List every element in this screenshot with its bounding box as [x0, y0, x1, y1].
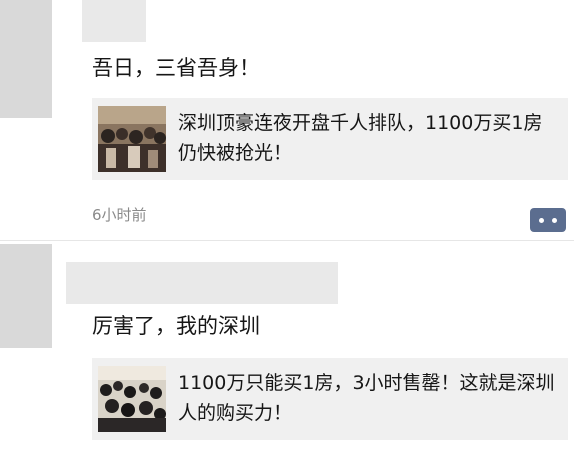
shared-link-card[interactable]: 深圳顶豪连夜开盘千人排队，1100万买1房仍快被抢光！ [92, 98, 568, 180]
username-blurred[interactable] [82, 0, 146, 42]
post-text: 吾日，三省吾身！ [92, 56, 260, 80]
shared-link-card[interactable]: 1100万只能买1房，3小时售罄！这就是深圳人的购买力！ [92, 358, 568, 440]
shared-link-title: 1100万只能买1房，3小时售罄！这就是深圳人的购买力！ [178, 372, 555, 424]
post-text: 厉害了，我的深圳 [92, 314, 260, 338]
username-blurred[interactable] [66, 262, 338, 304]
shared-link-thumbnail [98, 366, 166, 432]
shared-link-thumbnail [98, 106, 166, 172]
divider [0, 240, 574, 241]
avatar-blurred[interactable] [0, 244, 52, 348]
dot-icon [552, 218, 557, 223]
shared-link-title: 深圳顶豪连夜开盘千人排队，1100万买1房仍快被抢光！ [178, 112, 543, 164]
comment-more-icon[interactable] [530, 208, 566, 232]
avatar-blurred[interactable] [0, 0, 52, 118]
post-time: 6小时前 [92, 206, 147, 224]
dot-icon [539, 218, 544, 223]
